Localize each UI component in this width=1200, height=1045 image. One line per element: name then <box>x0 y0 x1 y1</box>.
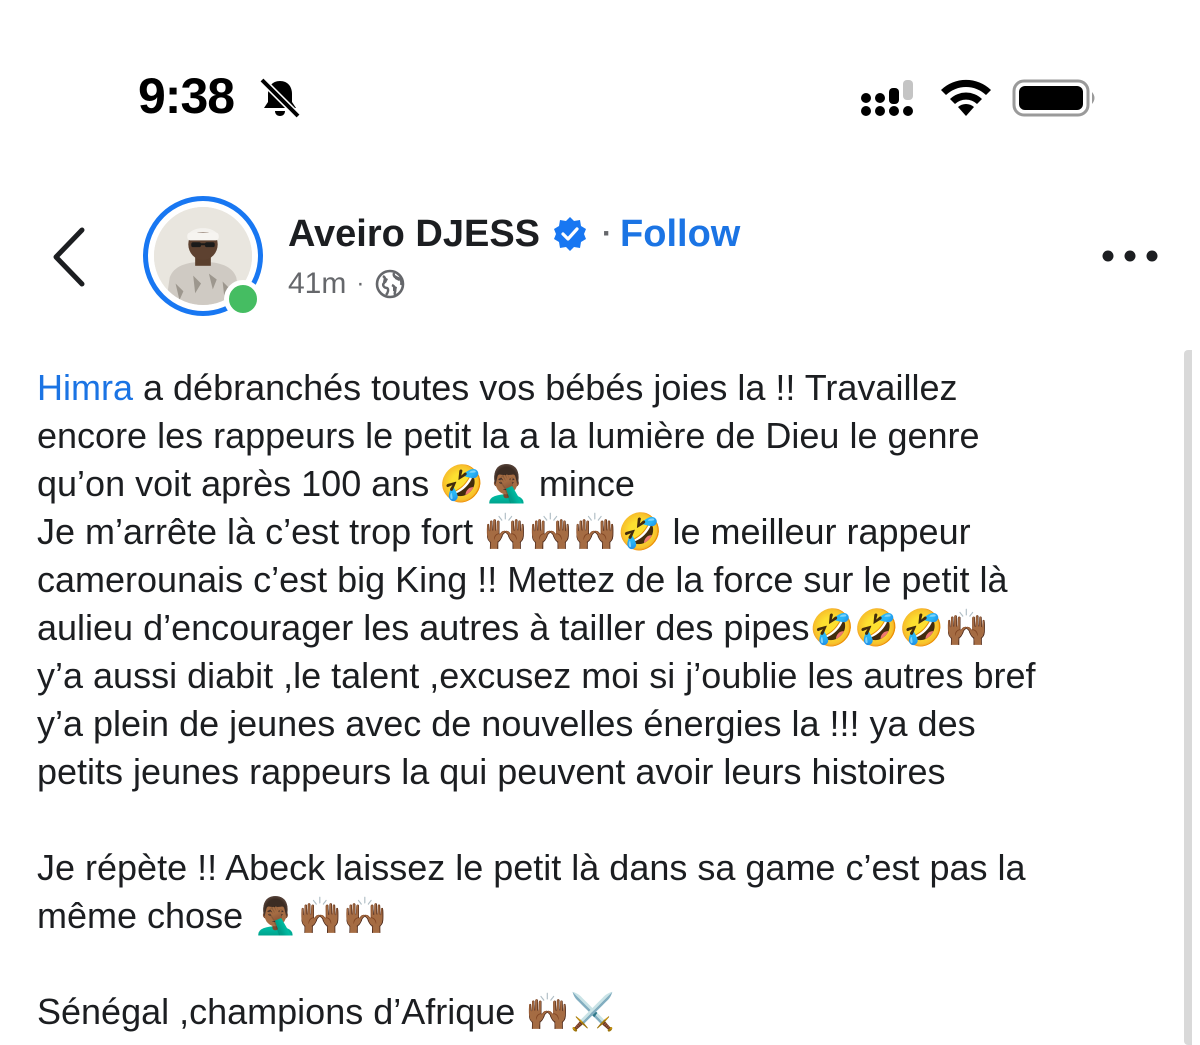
post-line-6: aulieu d’encourager les autres à tailler… <box>37 607 989 648</box>
cellular-signal-icon <box>861 80 913 116</box>
globe-icon <box>376 269 405 299</box>
status-bar: 9:38 <box>0 0 1200 150</box>
separator-dot: · <box>602 217 613 250</box>
post-line-1: Himra a débranchés toutes vos bébés joie… <box>37 364 1177 412</box>
battery-icon <box>1012 79 1095 117</box>
post-timestamp[interactable]: 41m <box>288 267 346 301</box>
bell-slash-icon <box>259 77 301 119</box>
follow-button[interactable]: Follow <box>620 213 740 256</box>
post-line-10: Je répète !! Abeck laissez le petit là d… <box>37 847 1026 888</box>
post-line-1-text: a débranchés toutes vos bébés joies la !… <box>133 367 958 408</box>
mention-link[interactable]: Himra <box>37 367 133 408</box>
author-row: Aveiro DJESS · Follow <box>288 208 740 260</box>
post-line-2: encore les rappeurs le petit la a la lum… <box>37 415 980 456</box>
post-line-7: y’a aussi diabit ,le talent ,excusez moi… <box>37 655 1036 696</box>
scrollbar[interactable] <box>1184 350 1192 1045</box>
post-text: Himra a débranchés toutes vos bébés joie… <box>37 364 1177 1036</box>
post-line-4: Je m’arrête là c’est trop fort 🙌🏾🙌🏾🙌🏾🤣 l… <box>37 511 971 552</box>
post-line-12: Sénégal ,champions d’Afrique 🙌🏾⚔️ <box>37 991 615 1032</box>
post-line-8: y’a plein de jeunes avec de nouvelles én… <box>37 703 976 744</box>
back-button[interactable] <box>44 222 98 292</box>
wifi-icon <box>941 79 991 116</box>
post-line-9: petits jeunes rappeurs la qui peuvent av… <box>37 751 946 792</box>
verified-badge-icon <box>554 217 587 251</box>
post-meta: 41m · <box>288 264 406 304</box>
author-name[interactable]: Aveiro DJESS <box>288 213 540 256</box>
post-line-11: même chose 🤦🏾‍♂️🙌🏾🙌🏾 <box>37 895 388 936</box>
online-status-dot <box>224 280 262 318</box>
post-line-3: qu’on voit après 100 ans 🤣🤦🏾‍♂️ mince <box>37 463 635 504</box>
post-line-5: camerounais c’est big King !! Mettez de … <box>37 559 1008 600</box>
status-time: 9:38 <box>138 68 235 124</box>
more-options-button[interactable] <box>1098 236 1162 276</box>
meta-separator: · <box>356 270 365 297</box>
